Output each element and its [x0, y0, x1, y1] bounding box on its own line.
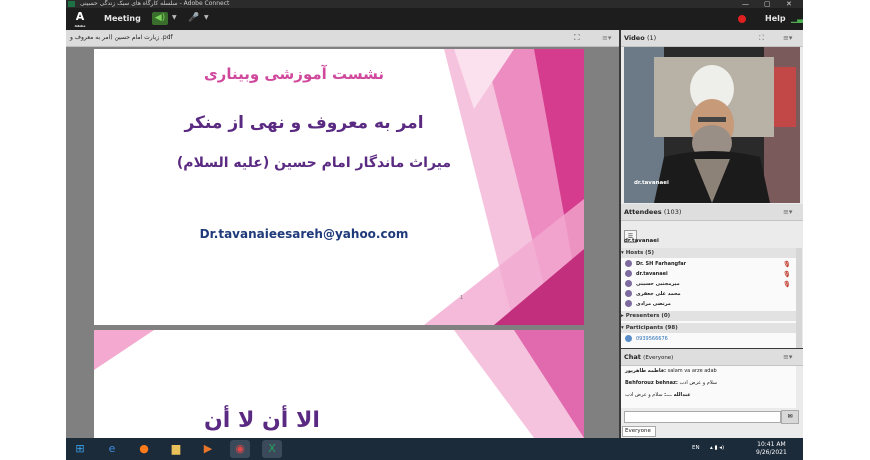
slide-email: Dr.tavanaieesareh@yahoo.com — [199, 227, 409, 241]
user-icon — [625, 290, 632, 297]
list-item[interactable]: مرتضی مرادی — [625, 299, 793, 309]
slide-decoration — [94, 330, 584, 438]
video-pod: Video (1) ⛶ ≡▾ dr.tavanaei — [621, 30, 803, 206]
user-icon — [625, 335, 632, 342]
chat-input[interactable] — [624, 411, 781, 423]
slide-text: الا أن لا أن — [204, 408, 320, 433]
video-count: (1) — [646, 34, 657, 42]
window-title-bar: سلسله کارگاه های سبک زندگی حسینی - Adobe… — [66, 0, 803, 8]
chat-message: عبدالله ...: سلام و عرض ادب — [625, 392, 691, 398]
excel-icon[interactable]: X — [262, 440, 282, 458]
window-title: سلسله کارگاه های سبک زندگی حسینی - Adobe… — [80, 0, 230, 7]
participants-section-header[interactable]: ▾ Participants (98) — [621, 323, 796, 333]
chevron-down-icon[interactable]: ▼ — [172, 14, 177, 21]
video-feed[interactable]: dr.tavanaei — [624, 47, 800, 203]
pod-menu-icon[interactable]: ≡▾ — [783, 204, 792, 220]
hosts-section-header[interactable]: ▾ Hosts (5) — [621, 248, 796, 258]
chat-message: فاطمه طاهرپور: salam va arze adab — [625, 368, 717, 374]
list-item[interactable]: میرمجتبی حسینی 🎙 — [625, 279, 793, 289]
attendee-list: ▾ Hosts (5) Dr. SH Farhangfar 🎙 dr.tavana… — [621, 248, 796, 348]
pod-menu-icon[interactable]: ≡▾ — [602, 30, 611, 46]
pod-menu-icon[interactable]: ≡▾ — [783, 30, 792, 46]
firefox-icon[interactable]: ● — [134, 440, 154, 458]
fullscreen-icon[interactable]: ⛶ — [574, 30, 580, 46]
chevron-down-icon[interactable]: ▼ — [204, 14, 209, 21]
connection-icon: ▁▃▅ — [791, 14, 803, 23]
list-item[interactable]: Dr. SH Farhangfar 🎙 — [625, 259, 793, 269]
list-item[interactable]: dr.tavanaei 🎙 — [625, 269, 793, 279]
share-pod-header: زیارت امام حسین‌ (امر به معروف و .pdf ⛶ … — [66, 30, 619, 47]
minimize-icon[interactable]: — — [742, 0, 749, 8]
attendees-pod-header: Attendees (103) ≡▾ — [621, 204, 803, 221]
fullscreen-icon[interactable]: ⛶ — [759, 30, 764, 46]
pod-title: Video — [624, 34, 645, 42]
current-user: dr.tavanaei — [624, 238, 659, 244]
pod-title: Chat — [624, 353, 641, 361]
file-explorer-icon[interactable]: ▆ — [166, 440, 186, 458]
user-icon — [625, 280, 632, 287]
presenters-section-header[interactable]: ▸ Presenters (0) — [621, 311, 796, 321]
chat-messages: فاطمه طاهرپور: salam va arze adab Behfor… — [621, 366, 796, 408]
chrome-icon[interactable]: ◉ — [230, 440, 250, 458]
maximize-icon[interactable]: ▢ — [764, 0, 771, 8]
chat-scope: (Everyone) — [643, 355, 674, 361]
document-name: زیارت امام حسین‌ (امر به معروف و .pdf — [70, 34, 173, 41]
recording-icon[interactable] — [738, 15, 746, 23]
list-item[interactable]: محمد علی جعفری — [625, 289, 793, 299]
chat-pod: Chat (Everyone) ≡▾ فاطمه طاهرپور: salam … — [621, 349, 803, 438]
windows-taskbar: ⊞ e ● ▆ ▶ ◉ X EN ▴ ▮ ◂) 10:41 AM 9/26/202… — [66, 438, 803, 460]
menu-bar: AAdobe Meeting ◀) ▼ 🎤 ▼ Help ▁▃▅ — [66, 8, 803, 30]
send-button[interactable]: ✉ — [781, 410, 799, 424]
share-pod: زیارت امام حسین‌ (امر به معروف و .pdf ⛶ … — [66, 30, 619, 438]
user-icon — [625, 300, 632, 307]
help-menu[interactable]: Help — [765, 14, 786, 23]
slide-subheading: میراث ماندگار امام حسین (علیه السلام) — [176, 155, 452, 171]
close-icon[interactable]: ✕ — [786, 0, 792, 8]
adobe-connect-window: سلسله کارگاه های سبک زندگی حسینی - Adobe… — [66, 0, 803, 460]
system-clock[interactable]: 10:41 AM 9/26/2021 — [756, 441, 787, 457]
slide-page-1: نشست آموزشی وبیناری امر به معروف و نهی ا… — [94, 49, 584, 325]
chat-message: Behforouz behnaz: سلام و عرض ادب — [625, 380, 718, 386]
speaker-icon[interactable]: ◀) — [152, 12, 168, 25]
video-pod-header: Video (1) ⛶ ≡▾ — [621, 30, 803, 47]
slide-page-2: الا أن لا أن — [94, 330, 584, 438]
slide-heading: امر به معروف و نهی از منکر — [184, 113, 424, 133]
internet-explorer-icon[interactable]: e — [102, 440, 122, 458]
microphone-icon[interactable]: 🎤 — [188, 13, 199, 23]
user-icon — [625, 270, 632, 277]
user-icon — [625, 260, 632, 267]
start-icon[interactable]: ⊞ — [70, 440, 90, 458]
chat-pod-header: Chat (Everyone) ≡▾ — [621, 349, 803, 366]
language-indicator[interactable]: EN — [692, 445, 700, 451]
view-toggle: ☰⇅ — [624, 223, 648, 263]
recipient-tab[interactable]: Everyone — [622, 426, 656, 437]
adobe-logo: A Adobe — [74, 10, 86, 28]
list-item[interactable]: 0939566676 — [625, 334, 793, 344]
slide-decoration — [424, 49, 584, 325]
meeting-menu[interactable]: Meeting — [104, 14, 141, 23]
attendee-scrollbar[interactable] — [796, 248, 802, 348]
tray-icons[interactable]: ▴ ▮ ◂) — [710, 445, 724, 451]
app-icon — [68, 1, 75, 7]
attendees-pod: Attendees (103) ≡▾ ☰⇅ dr.tavanaei ▾ Host… — [621, 204, 803, 348]
attendee-count: (103) — [663, 208, 682, 216]
document-viewer[interactable]: نشست آموزشی وبیناری امر به معروف و نهی ا… — [66, 47, 619, 438]
media-player-icon[interactable]: ▶ — [198, 440, 218, 458]
slide-page-number: 1 — [460, 295, 464, 301]
video-speaker-name: dr.tavanaei — [634, 180, 669, 186]
pod-menu-icon[interactable]: ≡▾ — [783, 349, 792, 365]
slide-title: نشست آموزشی وبیناری — [203, 65, 385, 83]
pod-title: Attendees — [624, 208, 662, 216]
